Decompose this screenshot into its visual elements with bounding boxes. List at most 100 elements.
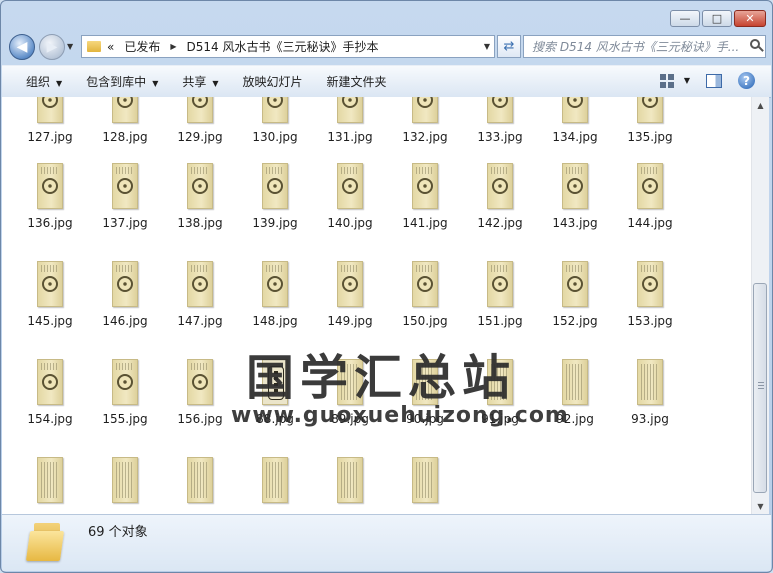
image-thumbnail xyxy=(262,261,288,307)
image-thumbnail xyxy=(562,261,588,307)
chevron-down-icon: ▼ xyxy=(152,79,159,88)
scrollbar-thumb[interactable] xyxy=(753,283,767,493)
search-input[interactable]: 搜索 D514 风水古书《三元秘诀》手... xyxy=(523,35,766,58)
file-name: 146.jpg xyxy=(102,314,148,328)
image-thumbnail xyxy=(187,163,213,209)
image-thumbnail xyxy=(37,163,63,209)
back-button[interactable]: ◀ xyxy=(9,34,35,60)
file-name: 139.jpg xyxy=(252,216,298,230)
image-thumbnail xyxy=(637,163,663,209)
chevron-down-icon: ▼ xyxy=(683,76,690,85)
preview-pane-button[interactable] xyxy=(706,73,722,88)
image-thumbnail xyxy=(37,359,63,405)
file-name: 134.jpg xyxy=(552,130,598,144)
image-thumbnail xyxy=(37,97,63,123)
file-name: 137.jpg xyxy=(102,216,148,230)
file-name: 138.jpg xyxy=(177,216,223,230)
breadcrumb-overflow[interactable]: « xyxy=(107,40,114,54)
image-thumbnail xyxy=(337,97,363,123)
image-thumbnail xyxy=(112,359,138,405)
image-thumbnail xyxy=(262,97,288,123)
include-in-library-menu[interactable]: 包含到库中 ▼ xyxy=(74,73,170,90)
image-thumbnail xyxy=(112,261,138,307)
address-bar[interactable]: « 已发布 ▶ D514 风水古书《三元秘诀》手抄本 ▼ xyxy=(81,35,495,58)
image-thumbnail xyxy=(487,97,513,123)
file-name: 156.jpg xyxy=(177,412,223,426)
image-thumbnail xyxy=(562,163,588,209)
search-icon[interactable] xyxy=(750,39,760,49)
file-list[interactable]: 127.jpg 128.jpg 129.jpg 130.jpg 131.jpg 132.j… xyxy=(2,97,751,514)
file-name: 152.jpg xyxy=(552,314,598,328)
file-name: 135.jpg xyxy=(627,130,673,144)
image-thumbnail xyxy=(262,163,288,209)
scroll-down-button[interactable]: ▼ xyxy=(752,498,769,514)
details-pane: 69 个对象 xyxy=(2,514,771,571)
view-grid-icon xyxy=(659,73,674,88)
file-name: 142.jpg xyxy=(477,216,523,230)
navigation-bar: ◀ ▶ ▼ « 已发布 ▶ D514 风水古书《三元秘诀》手抄本 ▼ ⇄ 搜索 … xyxy=(9,34,766,60)
file-name: 132.jpg xyxy=(402,130,448,144)
forward-arrow-icon: ▶ xyxy=(46,39,58,55)
grip-icon xyxy=(758,382,764,390)
forward-button[interactable]: ▶ xyxy=(39,34,65,60)
file-name: 140.jpg xyxy=(327,216,373,230)
back-arrow-icon: ◀ xyxy=(16,39,28,55)
maximize-button[interactable]: □ xyxy=(702,10,732,27)
file-name: 129.jpg xyxy=(177,130,223,144)
image-thumbnail xyxy=(262,457,288,503)
new-folder-button[interactable]: 新建文件夹 xyxy=(315,73,399,90)
image-thumbnail xyxy=(112,163,138,209)
address-dropdown-icon[interactable]: ▼ xyxy=(484,42,490,51)
refresh-button[interactable]: ⇄ xyxy=(497,35,521,58)
file-name: 130.jpg xyxy=(252,130,298,144)
image-thumbnail xyxy=(487,163,513,209)
file-name: 144.jpg xyxy=(627,216,673,230)
file-name: 155.jpg xyxy=(102,412,148,426)
explorer-window: — □ ✕ ◀ ▶ ▼ « 已发布 ▶ D514 风水古书《三元秘诀》手抄本 ▼… xyxy=(0,0,773,573)
scroll-up-button[interactable]: ▲ xyxy=(752,97,769,113)
vertical-scrollbar[interactable]: ▲ ▼ xyxy=(751,97,769,514)
search-placeholder: 搜索 D514 风水古书《三元秘诀》手... xyxy=(532,40,740,54)
organize-label: 组织 xyxy=(26,75,51,89)
minimize-button[interactable]: — xyxy=(670,10,700,27)
image-thumbnail xyxy=(187,359,213,405)
breadcrumb-published[interactable]: 已发布 xyxy=(124,38,160,55)
share-label: 共享 xyxy=(182,75,207,89)
slideshow-button[interactable]: 放映幻灯片 xyxy=(231,73,315,90)
refresh-icon: ⇄ xyxy=(503,39,515,54)
image-thumbnail xyxy=(637,97,663,123)
file-name: 149.jpg xyxy=(327,314,373,328)
caption-buttons: — □ ✕ xyxy=(670,10,766,27)
image-thumbnail xyxy=(187,457,213,503)
breadcrumb-current-folder[interactable]: D514 风水古书《三元秘诀》手抄本 xyxy=(187,38,379,55)
image-thumbnail xyxy=(112,97,138,123)
help-button[interactable]: ? xyxy=(738,72,755,89)
include-in-library-label: 包含到库中 xyxy=(86,75,147,89)
image-thumbnail xyxy=(337,261,363,307)
image-thumbnail xyxy=(187,97,213,123)
change-view-button[interactable]: ▼ xyxy=(659,73,690,88)
image-thumbnail xyxy=(187,261,213,307)
file-name: 145.jpg xyxy=(27,314,73,328)
image-thumbnail xyxy=(412,97,438,123)
close-button[interactable]: ✕ xyxy=(734,10,766,27)
command-bar: 组织 ▼ 包含到库中 ▼ 共享 ▼ 放映幻灯片 新建文件夹 ▼ ? xyxy=(2,65,771,98)
watermark-url: www.guoxuehuizong.com xyxy=(231,403,569,428)
file-name: 133.jpg xyxy=(477,130,523,144)
chevron-right-icon[interactable]: ▶ xyxy=(170,42,176,51)
file-name: 127.jpg xyxy=(27,130,73,144)
image-thumbnail xyxy=(37,261,63,307)
new-folder-label: 新建文件夹 xyxy=(326,75,387,89)
chevron-down-icon: ▼ xyxy=(212,79,219,88)
image-thumbnail xyxy=(37,457,63,503)
slideshow-label: 放映幻灯片 xyxy=(242,75,303,89)
image-thumbnail xyxy=(337,163,363,209)
folder-icon xyxy=(87,41,101,52)
recent-pages-dropdown[interactable]: ▼ xyxy=(67,42,73,51)
image-thumbnail xyxy=(412,163,438,209)
share-menu[interactable]: 共享 ▼ xyxy=(170,73,230,90)
file-name: 147.jpg xyxy=(177,314,223,328)
organize-menu[interactable]: 组织 ▼ xyxy=(14,73,74,90)
file-name: 148.jpg xyxy=(252,314,298,328)
file-name: 151.jpg xyxy=(477,314,523,328)
